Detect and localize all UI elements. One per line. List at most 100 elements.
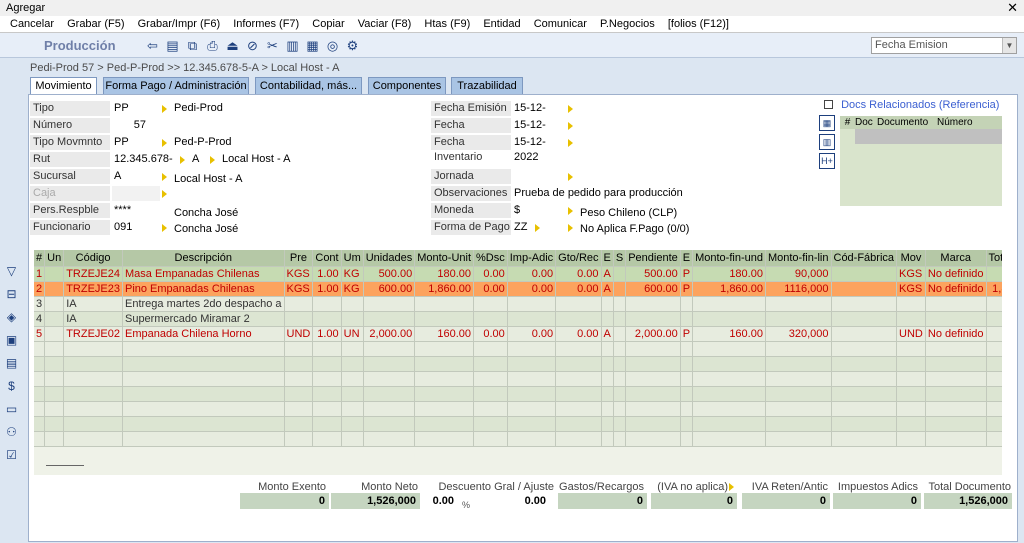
lookup-arrow-icon[interactable] bbox=[568, 207, 574, 215]
table-cell[interactable] bbox=[555, 311, 602, 327]
table-cell[interactable] bbox=[896, 296, 926, 312]
save-copy-icon[interactable]: ⧉ bbox=[184, 37, 201, 54]
table-cell[interactable] bbox=[473, 416, 508, 432]
table-cell[interactable] bbox=[896, 386, 926, 402]
menu-comunicar[interactable]: Comunicar bbox=[534, 18, 587, 30]
table-cell[interactable] bbox=[831, 386, 898, 402]
table-cell[interactable] bbox=[925, 311, 987, 327]
table-cell[interactable]: Masa Empanadas Chilenas bbox=[122, 266, 285, 282]
grid-col-header[interactable]: Total-Unit bbox=[986, 250, 1002, 267]
lookup-arrow-icon[interactable] bbox=[180, 156, 186, 164]
table-cell[interactable] bbox=[680, 401, 694, 417]
table-cell[interactable]: P bbox=[680, 281, 694, 297]
table-cell[interactable] bbox=[680, 356, 694, 372]
table-cell[interactable]: 1,860.00 bbox=[986, 281, 1002, 297]
cancel-icon[interactable]: ⊘ bbox=[244, 37, 261, 54]
table-cell[interactable] bbox=[625, 296, 681, 312]
table-cell[interactable]: KGS bbox=[284, 281, 314, 297]
table-cell[interactable] bbox=[831, 281, 898, 297]
table-cell[interactable]: 0.00 bbox=[507, 326, 557, 342]
grid-col-header[interactable]: S bbox=[613, 250, 627, 267]
table-cell[interactable] bbox=[692, 356, 766, 372]
table-cell[interactable] bbox=[341, 296, 364, 312]
table-cell[interactable] bbox=[896, 401, 926, 417]
table-cell[interactable] bbox=[122, 386, 285, 402]
table-cell[interactable] bbox=[507, 386, 557, 402]
table-cell[interactable]: No definido bbox=[925, 266, 987, 282]
table-cell[interactable] bbox=[680, 416, 694, 432]
lookup-arrow-icon[interactable] bbox=[568, 139, 574, 147]
table-cell[interactable] bbox=[44, 296, 65, 312]
chevron-down-icon[interactable]: ▼ bbox=[1002, 38, 1016, 53]
table-cell[interactable]: P bbox=[680, 266, 694, 282]
menu-folios[interactable]: [folios (F12)] bbox=[668, 18, 729, 30]
caja-field[interactable] bbox=[112, 186, 160, 201]
table-cell[interactable] bbox=[986, 401, 1002, 417]
table-cell[interactable] bbox=[625, 371, 681, 387]
table-cell[interactable] bbox=[765, 341, 832, 357]
table-cell[interactable] bbox=[601, 386, 614, 402]
lookup-arrow-icon[interactable] bbox=[162, 224, 168, 232]
pers-respble-field[interactable]: **** bbox=[112, 203, 160, 218]
table-cell[interactable] bbox=[363, 386, 416, 402]
save-icon[interactable]: ▤ bbox=[164, 37, 181, 54]
table-cell[interactable] bbox=[692, 416, 766, 432]
table-cell[interactable] bbox=[680, 371, 694, 387]
table-cell[interactable] bbox=[601, 371, 614, 387]
lookup-arrow-icon[interactable] bbox=[568, 105, 574, 113]
table-cell[interactable] bbox=[613, 386, 627, 402]
table-cell[interactable] bbox=[363, 416, 416, 432]
table-cell[interactable] bbox=[896, 416, 926, 432]
grid-col-header[interactable]: E bbox=[601, 250, 614, 267]
document-icon[interactable]: ▥ bbox=[284, 37, 301, 54]
table-cell[interactable] bbox=[473, 311, 508, 327]
empty-row[interactable] bbox=[34, 416, 1002, 432]
table-cell[interactable]: 0.00 bbox=[555, 281, 602, 297]
table-cell[interactable] bbox=[44, 326, 65, 342]
table-cell[interactable] bbox=[44, 281, 65, 297]
table-cell[interactable]: Empanada Chilena Horno bbox=[122, 326, 285, 342]
table-cell[interactable] bbox=[613, 296, 627, 312]
back-icon[interactable]: ⇦ bbox=[144, 37, 161, 54]
table-cell[interactable] bbox=[284, 341, 314, 357]
table-cell[interactable]: 2,000.00 bbox=[625, 326, 681, 342]
table-cell[interactable] bbox=[680, 386, 694, 402]
table-cell[interactable]: 3 bbox=[34, 296, 46, 312]
table-cell[interactable] bbox=[831, 401, 898, 417]
docs-relacionados-title[interactable]: Docs Relacionados (Referencia) bbox=[841, 99, 999, 111]
table-cell[interactable] bbox=[765, 401, 832, 417]
table-cell[interactable] bbox=[692, 311, 766, 327]
table-cell[interactable]: 320,000 bbox=[765, 326, 832, 342]
table-row[interactable]: 5 TRZEJE02 Empanada Chilena Horno UND 1.00 UN… bbox=[34, 326, 1002, 342]
table-cell[interactable]: 0.00 bbox=[507, 266, 557, 282]
table-cell[interactable] bbox=[284, 371, 314, 387]
table-cell[interactable] bbox=[925, 356, 987, 372]
display-icon[interactable]: ▭ bbox=[4, 402, 19, 417]
grid-col-header[interactable]: Unidades bbox=[363, 250, 416, 267]
table-cell[interactable]: 1.00 bbox=[312, 281, 342, 297]
table-cell[interactable]: IA bbox=[63, 296, 123, 312]
table-cell[interactable] bbox=[363, 356, 416, 372]
table-cell[interactable] bbox=[312, 386, 342, 402]
table-cell[interactable] bbox=[831, 266, 898, 282]
table-cell[interactable] bbox=[363, 311, 416, 327]
table-cell[interactable] bbox=[363, 341, 416, 357]
table-cell[interactable]: 180.00 bbox=[414, 266, 475, 282]
numero-field[interactable]: 57 bbox=[112, 118, 148, 133]
table-cell[interactable] bbox=[312, 401, 342, 417]
menu-cancelar[interactable]: Cancelar bbox=[10, 18, 54, 30]
table-cell[interactable] bbox=[44, 341, 65, 357]
table-cell[interactable] bbox=[896, 341, 926, 357]
table-cell[interactable] bbox=[986, 386, 1002, 402]
grid-col-header[interactable]: Cont bbox=[312, 250, 342, 267]
filter-icon[interactable]: ▽ bbox=[4, 264, 19, 279]
lookup-arrow-icon[interactable] bbox=[568, 224, 574, 232]
table-cell[interactable]: 1,860.00 bbox=[414, 281, 475, 297]
menu-htas[interactable]: Htas (F9) bbox=[424, 18, 470, 30]
table-cell[interactable] bbox=[44, 386, 65, 402]
lookup-arrow-icon[interactable] bbox=[162, 105, 168, 113]
chat-icon[interactable]: ◎ bbox=[324, 37, 341, 54]
table-cell[interactable] bbox=[925, 341, 987, 357]
table-cell[interactable]: A bbox=[601, 281, 614, 297]
table-cell[interactable]: KGS bbox=[896, 281, 926, 297]
